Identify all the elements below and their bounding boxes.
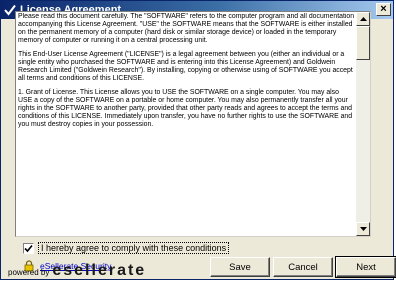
arrow-down-icon — [359, 227, 367, 231]
powered-by-label: powered by — [8, 268, 50, 277]
save-button[interactable]: Save — [210, 257, 270, 277]
license-paragraph: 1. Grant of License. This License allows… — [18, 89, 353, 128]
check-icon — [24, 244, 33, 252]
agree-label[interactable]: I hereby agree to comply with these cond… — [38, 242, 230, 254]
license-text: Please read this document carefully. The… — [18, 13, 355, 235]
license-text-box[interactable]: Please read this document carefully. The… — [15, 11, 371, 237]
scroll-down-button[interactable] — [356, 222, 370, 236]
scroll-up-button[interactable] — [356, 12, 370, 26]
license-paragraph: This End-User License Agreement ("LICENS… — [18, 51, 353, 82]
vertical-scrollbar[interactable] — [356, 12, 370, 236]
brand-logo: esellerate — [52, 262, 147, 279]
agree-row: I hereby agree to comply with these cond… — [23, 241, 230, 255]
arrow-up-icon — [359, 17, 367, 21]
cancel-button[interactable]: Cancel — [273, 257, 333, 277]
license-paragraph: Please read this document carefully. The… — [18, 13, 355, 44]
close-button[interactable]: × — [376, 3, 391, 16]
powered-by-logo: powered by esellerate — [8, 262, 146, 280]
close-icon: × — [380, 3, 387, 15]
next-button[interactable]: Next — [335, 256, 396, 278]
agree-checkbox[interactable] — [23, 242, 34, 254]
scroll-thumb[interactable] — [356, 26, 370, 60]
license-window: License Agreement × Please read this doc… — [0, 0, 394, 280]
